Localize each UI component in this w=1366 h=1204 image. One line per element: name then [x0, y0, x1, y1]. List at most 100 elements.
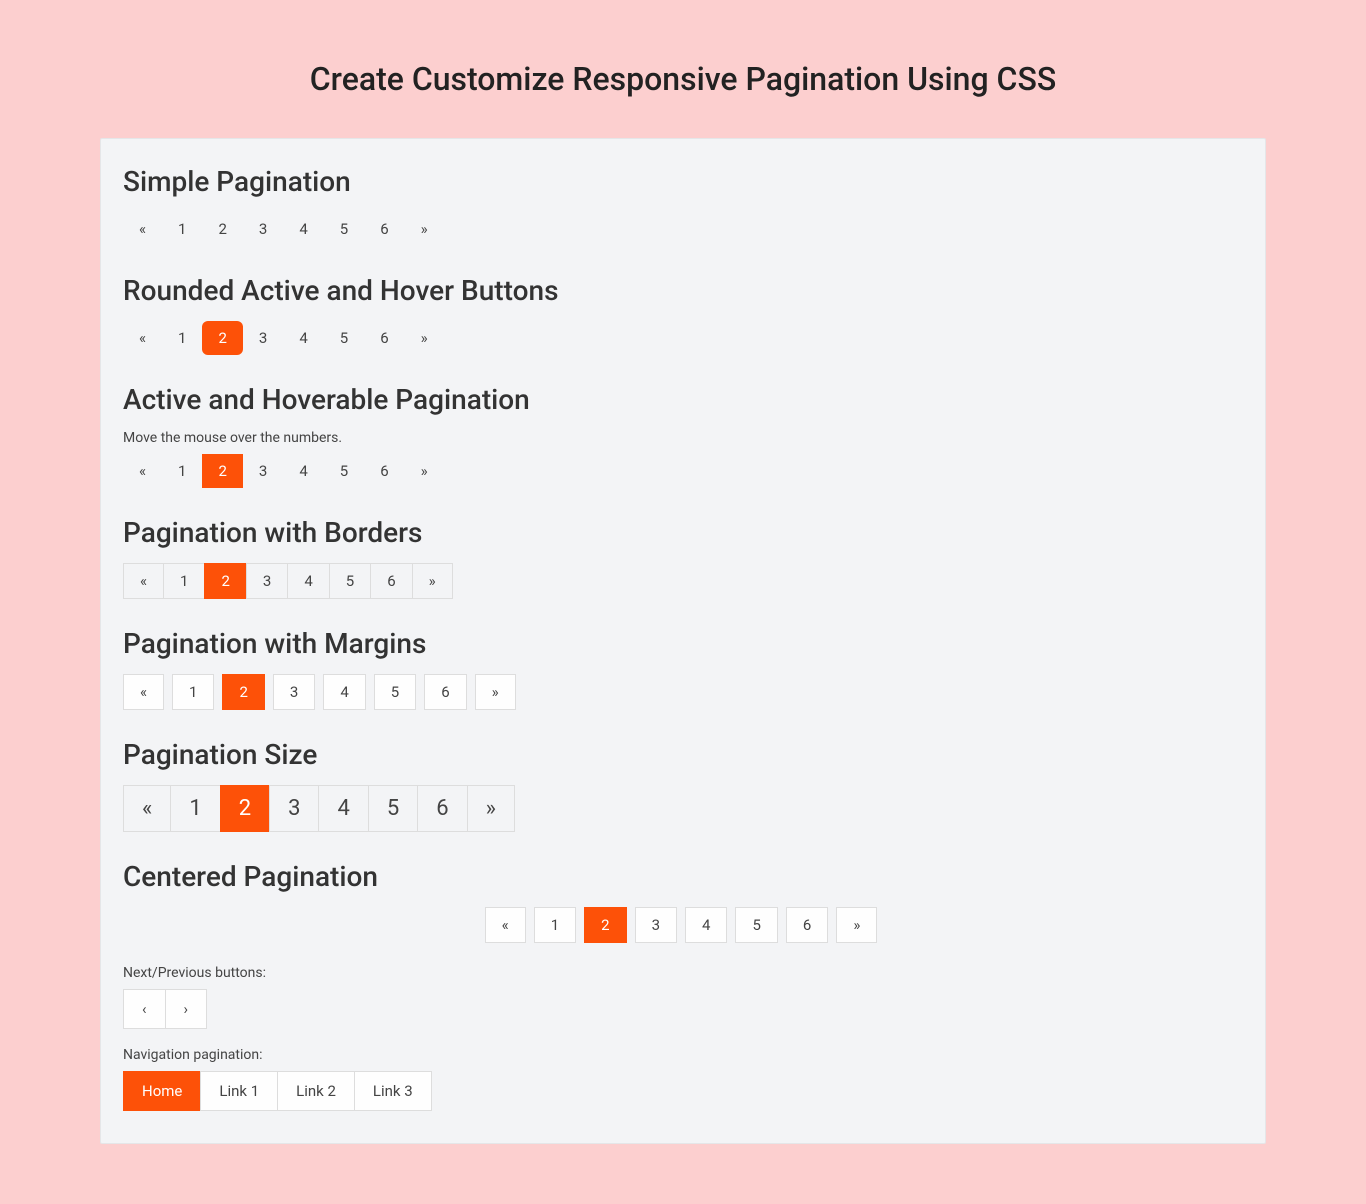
pagination-item: 4 — [283, 321, 323, 355]
pagination-link[interactable]: « — [123, 212, 162, 246]
pagination-link[interactable]: « — [123, 454, 162, 488]
pagination-item: 4 — [319, 785, 368, 832]
pagination-link[interactable]: 2 — [222, 674, 264, 710]
section-heading-borders: Pagination with Borders — [123, 516, 1243, 549]
pagination-link[interactable]: 5 — [324, 321, 364, 355]
pagination-link[interactable]: » — [475, 674, 516, 710]
pagination-link[interactable]: 1 — [162, 454, 202, 488]
pagination-link[interactable]: « — [123, 674, 164, 710]
pagination-item: 6 — [364, 321, 404, 355]
pagination-link[interactable]: » — [412, 563, 453, 599]
section-heading-rounded: Rounded Active and Hover Buttons — [123, 274, 1243, 307]
page-title: Create Customize Responsive Pagination U… — [100, 60, 1266, 98]
pagination-link[interactable]: 6 — [417, 785, 467, 832]
pagination-link[interactable]: 3 — [243, 454, 283, 488]
section-heading-hoverable: Active and Hoverable Pagination — [123, 383, 1243, 416]
pagination-link[interactable]: 2 — [202, 454, 242, 488]
pagination-item: 6 — [364, 212, 404, 246]
pagination-link[interactable]: « — [123, 563, 164, 599]
section-heading-margins: Pagination with Margins — [123, 627, 1243, 660]
pagination-link[interactable]: 2 — [220, 785, 270, 832]
pagination-link[interactable]: 3 — [273, 674, 315, 710]
pagination-link[interactable]: 3 — [246, 563, 288, 599]
pagination-link[interactable]: 5 — [324, 212, 364, 246]
pagination-link[interactable]: 4 — [283, 454, 323, 488]
pagination-rounded: «123456» — [123, 321, 1243, 359]
pagination-link[interactable]: Link 3 — [354, 1071, 432, 1111]
pagination-link[interactable]: 2 — [204, 563, 246, 599]
pagination-link[interactable]: 1 — [163, 563, 205, 599]
pagination-item: 5 — [324, 321, 364, 355]
pagination-link[interactable]: 3 — [635, 907, 677, 943]
pagination-link[interactable]: 1 — [172, 674, 214, 710]
pagination-link[interactable]: « — [485, 907, 526, 943]
pagination-link[interactable]: 4 — [283, 321, 323, 355]
pagination-item: 6 — [418, 785, 467, 832]
pagination-item: 5 — [330, 563, 371, 599]
pagination-nav: HomeLink 1Link 2Link 3 — [123, 1071, 1243, 1115]
pagination-link[interactable]: 5 — [374, 674, 416, 710]
pagination-link[interactable]: Link 1 — [200, 1071, 278, 1111]
pagination-link[interactable]: 4 — [318, 785, 368, 832]
pagination-item: Link 3 — [355, 1071, 432, 1111]
pagination-item: 2 — [202, 212, 242, 246]
pagination-link[interactable]: « — [123, 785, 171, 832]
pagination-size: «123456» — [123, 785, 1243, 836]
pagination-link[interactable]: 1 — [170, 785, 220, 832]
pagination-link[interactable]: 4 — [287, 563, 329, 599]
pagination-link[interactable]: 4 — [323, 674, 365, 710]
pagination-link[interactable]: 1 — [162, 321, 202, 355]
pagination-item: 6 — [371, 563, 412, 599]
pagination-link[interactable]: ‹ — [123, 989, 166, 1029]
pagination-link[interactable]: 5 — [735, 907, 777, 943]
pagination-item: 3 — [631, 907, 681, 943]
pagination-item: 2 — [218, 674, 268, 710]
pagination-link[interactable]: 2 — [202, 212, 242, 246]
pagination-link[interactable]: 6 — [370, 563, 412, 599]
pagination-item: 3 — [243, 454, 283, 488]
pagination-simple: «123456» — [123, 212, 1243, 250]
pagination-link[interactable]: 5 — [368, 785, 418, 832]
pagination-link[interactable]: 5 — [329, 563, 371, 599]
pagination-link[interactable]: 4 — [283, 212, 323, 246]
pagination-item: 1 — [530, 907, 580, 943]
pagination-link[interactable]: « — [123, 321, 162, 355]
pagination-link[interactable]: 6 — [364, 212, 404, 246]
pagination-item: 3 — [243, 212, 283, 246]
pagination-link[interactable]: 3 — [269, 785, 319, 832]
pagination-item: 4 — [681, 907, 731, 943]
pagination-link[interactable]: Home — [123, 1071, 201, 1111]
pagination-link[interactable]: » — [836, 907, 877, 943]
pagination-link[interactable]: 6 — [424, 674, 466, 710]
pagination-item: 1 — [162, 212, 202, 246]
pagination-link[interactable]: Link 2 — [277, 1071, 355, 1111]
pagination-item: 3 — [243, 321, 283, 355]
pagination-link[interactable]: › — [165, 989, 208, 1029]
pagination-link[interactable]: 3 — [243, 321, 283, 355]
pagination-item: » — [405, 321, 444, 355]
pagination-item: 1 — [168, 674, 218, 710]
pagination-item: » — [413, 563, 453, 599]
pagination-link[interactable]: » — [405, 454, 444, 488]
pagination-link[interactable]: 6 — [786, 907, 828, 943]
pagination-link[interactable]: 1 — [534, 907, 576, 943]
pagination-item: ‹ — [123, 989, 166, 1029]
pagination-link[interactable]: 3 — [243, 212, 283, 246]
pagination-link[interactable]: » — [405, 321, 444, 355]
section-heading-centered: Centered Pagination — [123, 860, 1243, 893]
pagination-link[interactable]: 2 — [202, 321, 242, 355]
pagination-hoverable: «123456» — [123, 454, 1243, 492]
pagination-link[interactable]: » — [405, 212, 444, 246]
content-card: Simple Pagination «123456» Rounded Activ… — [100, 138, 1266, 1144]
pagination-link[interactable]: 5 — [324, 454, 364, 488]
pagination-item: 6 — [420, 674, 470, 710]
pagination-centered: «123456» — [123, 907, 1243, 947]
pagination-item: « — [123, 785, 171, 832]
pagination-link[interactable]: 6 — [364, 454, 404, 488]
pagination-link[interactable]: » — [467, 785, 515, 832]
pagination-link[interactable]: 4 — [685, 907, 727, 943]
pagination-link[interactable]: 2 — [584, 907, 626, 943]
pagination-link[interactable]: 6 — [364, 321, 404, 355]
pagination-link[interactable]: 1 — [162, 212, 202, 246]
pagination-item: 1 — [164, 563, 205, 599]
